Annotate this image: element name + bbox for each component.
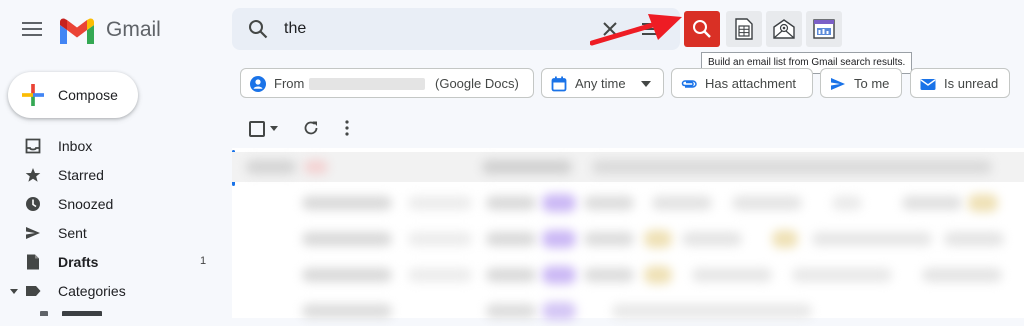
sidebar-item-label: Sent — [58, 225, 87, 241]
table-row[interactable] — [232, 152, 1024, 182]
table-row[interactable] — [232, 260, 1024, 290]
top-bar: Gmail the — [0, 0, 1024, 60]
select-dropdown-icon[interactable] — [270, 126, 278, 131]
filter-from-suffix: (Google Docs) — [435, 76, 519, 91]
filter-from-label: From — [274, 76, 305, 91]
label-icon — [26, 286, 41, 296]
compose-button[interactable]: Compose — [8, 72, 138, 118]
redacted-sender — [309, 78, 425, 90]
clock-icon — [26, 197, 40, 211]
spreadsheet-export-button[interactable] — [726, 11, 762, 47]
sidebar-item-label: Starred — [58, 167, 104, 183]
filter-unread-label: Is unread — [944, 76, 999, 91]
sidebar-item-drafts[interactable]: Drafts 1 — [0, 248, 220, 276]
plus-icon — [22, 84, 44, 106]
filter-chip-is-unread[interactable]: Is unread — [910, 68, 1010, 98]
sidebar-item-starred[interactable]: Starred — [0, 161, 220, 189]
filter-to-me-label: To me — [854, 76, 890, 91]
gmail-logo[interactable]: Gmail — [58, 14, 168, 46]
drafts-count: 1 — [200, 255, 207, 267]
star-icon — [25, 168, 41, 182]
app-name: Gmail — [106, 18, 161, 41]
main-menu-icon[interactable] — [22, 21, 42, 37]
expand-arrow-icon[interactable] — [10, 289, 18, 295]
filter-chip-any-time[interactable]: Any time — [541, 68, 664, 98]
filter-chip-from[interactable]: From (Google Docs) — [240, 68, 534, 98]
spreadsheet-icon — [735, 18, 753, 40]
sidebar-item-label: Inbox — [58, 138, 93, 154]
filter-attachment-label: Has attachment — [705, 76, 797, 91]
table-row[interactable] — [232, 296, 1024, 326]
send-icon — [26, 227, 40, 239]
sidebar-item-inbox[interactable]: Inbox — [0, 132, 220, 160]
more-options-icon[interactable] — [345, 120, 349, 136]
gmail-m-icon — [60, 18, 94, 44]
search-input[interactable]: the — [284, 20, 306, 38]
dashboard-window-icon — [813, 19, 835, 39]
email-list — [232, 148, 1024, 320]
search-icon[interactable] — [248, 19, 268, 39]
table-row[interactable] — [232, 224, 1024, 254]
draft-icon — [27, 254, 39, 270]
sidebar-item-sent[interactable]: Sent — [0, 219, 220, 247]
person-icon — [250, 76, 266, 92]
refresh-icon[interactable] — [303, 120, 319, 136]
table-row[interactable] — [232, 188, 1024, 218]
list-toolbar — [240, 112, 1024, 144]
inbox-icon — [25, 138, 41, 154]
attachment-icon — [681, 80, 697, 88]
unread-mail-icon — [920, 79, 936, 90]
compose-label: Compose — [58, 87, 118, 103]
pointer-arrow-annotation — [590, 14, 682, 46]
calendar-icon — [551, 76, 567, 92]
select-all-checkbox[interactable] — [249, 121, 265, 137]
sidebar-item-snoozed[interactable]: Snoozed — [0, 190, 220, 218]
chevron-down-icon — [641, 81, 651, 87]
email-at-button[interactable] — [766, 11, 802, 47]
sidebar-item-partial — [40, 311, 220, 316]
filter-chip-to-me[interactable]: To me — [820, 68, 902, 98]
email-at-icon — [773, 19, 795, 39]
send-icon — [831, 78, 845, 90]
sidebar-item-label: Categories — [58, 283, 126, 299]
sidebar-item-label: Snoozed — [58, 196, 114, 212]
filter-time-label: Any time — [575, 76, 626, 91]
dashboard-button[interactable] — [806, 11, 842, 47]
sidebar-item-label: Drafts — [58, 254, 99, 270]
filter-chip-has-attachment[interactable]: Has attachment — [671, 68, 813, 98]
email-list-search-button[interactable] — [684, 11, 720, 47]
sidebar-item-categories[interactable]: Categories — [0, 277, 220, 305]
search-icon — [693, 20, 711, 38]
